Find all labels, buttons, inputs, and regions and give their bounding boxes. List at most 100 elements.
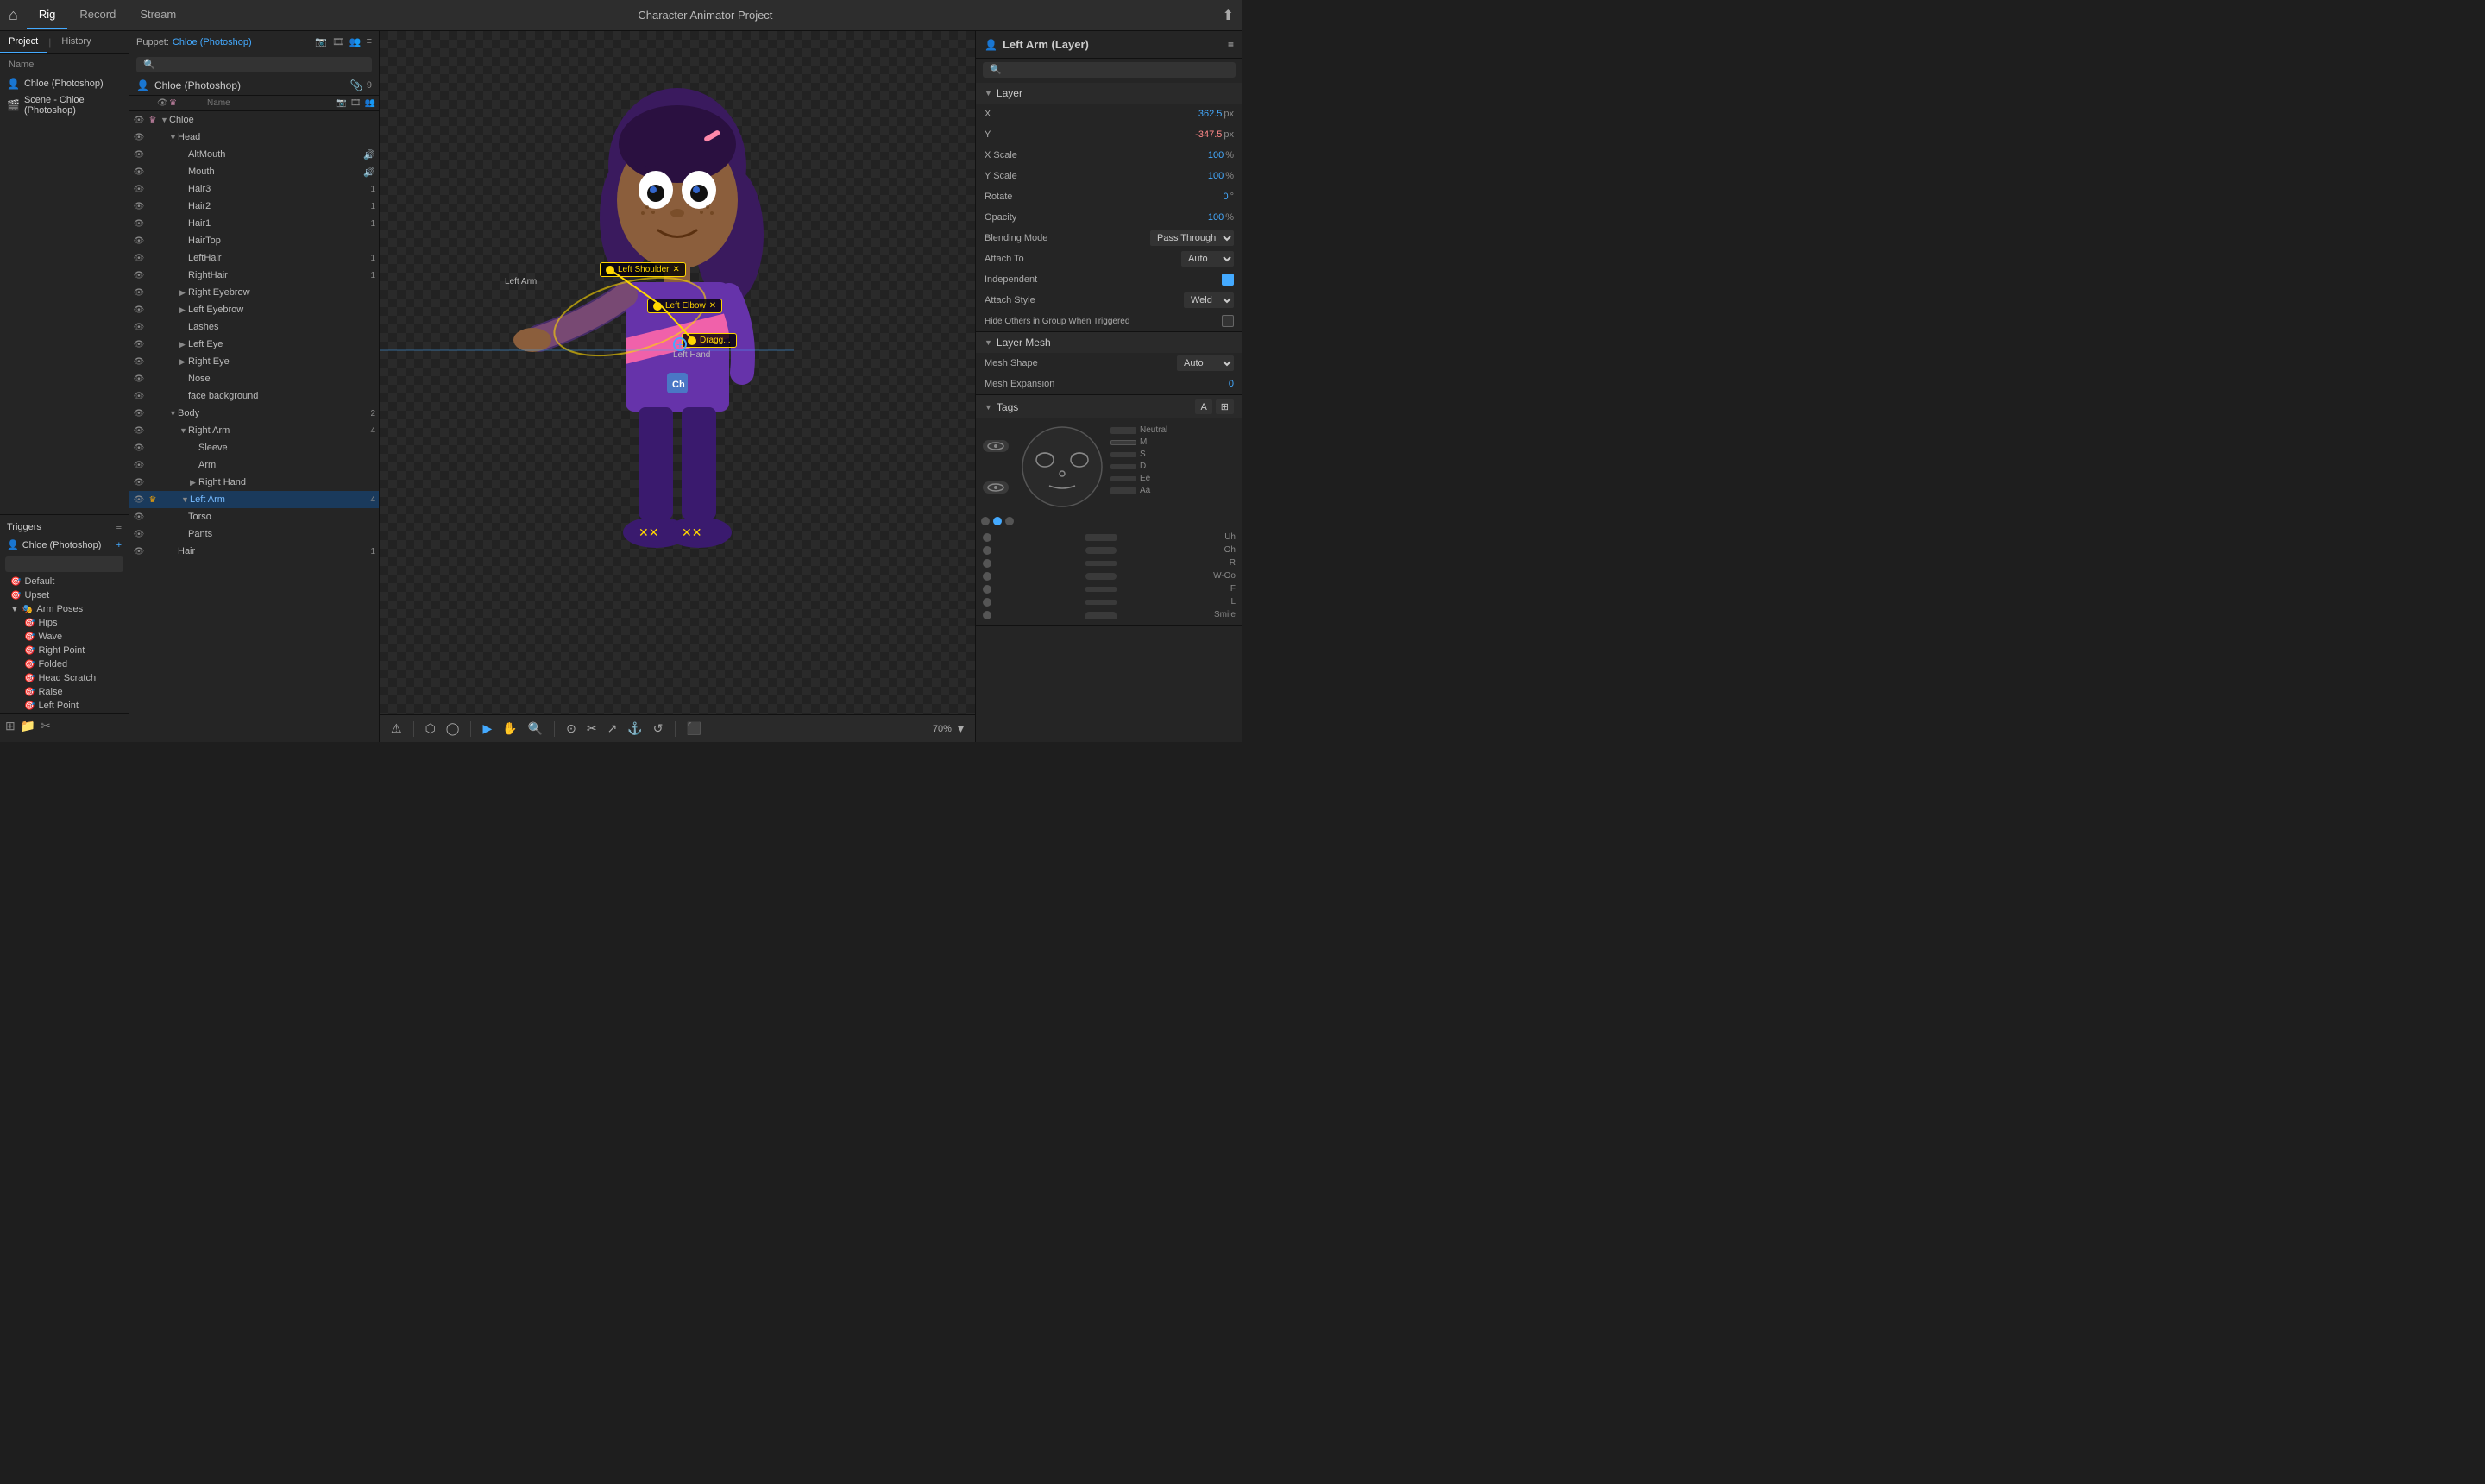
viseme-s[interactable]: S (1110, 450, 1167, 459)
viseme-m[interactable]: M (1110, 437, 1167, 447)
viseme-uh-row[interactable]: Uh (983, 531, 1236, 544)
layer-row-arm[interactable]: 👁 Arm (129, 456, 379, 474)
viseme-ee[interactable]: Ee (1110, 474, 1167, 483)
trigger-item-default[interactable]: 🎯 Default (0, 575, 129, 588)
layer-row-right-hand[interactable]: 👁 ▶ Right Hand (129, 474, 379, 491)
viseme-woo-row[interactable]: W-Oo (983, 569, 1236, 582)
eye-left-eyebrow[interactable]: 👁 (133, 305, 145, 315)
eye-hairtop[interactable]: 👁 (133, 236, 145, 246)
expand-left-arm[interactable]: ▼ (181, 495, 190, 504)
viseme-f-row[interactable]: F (983, 582, 1236, 595)
eye-nose[interactable]: 👁 (133, 374, 145, 384)
warning-icon[interactable]: ⚠ (388, 719, 405, 739)
eye-sleeve[interactable]: 👁 (133, 443, 145, 453)
viseme-neutral[interactable]: Neutral (1110, 425, 1167, 435)
grid-icon[interactable]: ⊞ (5, 719, 16, 733)
left-shoulder-label[interactable]: Left Shoulder ✕ (600, 262, 686, 277)
expand-body[interactable]: ▼ (169, 409, 178, 418)
tags-btn-a[interactable]: A (1195, 399, 1211, 414)
eye-chloe[interactable]: 👁 (133, 116, 145, 125)
viseme-eye-left[interactable] (983, 440, 1009, 452)
eye-pants[interactable]: 👁 (133, 530, 145, 539)
layer-row-hair1[interactable]: 👁 Hair1 1 (129, 215, 379, 232)
layer-row-chloe[interactable]: 👁 ♛ ▼ Chloe (129, 111, 379, 129)
layer-row-mouth[interactable]: 👁 Mouth 🔊 (129, 163, 379, 180)
expand-right-arm[interactable]: ▼ (179, 426, 188, 435)
mesh-shape-select[interactable]: Auto Custom (1177, 355, 1234, 371)
layer-row-body[interactable]: 👁 ▼ Body 2 (129, 405, 379, 422)
layer-section-header[interactable]: ▼ Layer (976, 83, 1242, 104)
circle-tool-icon[interactable]: ◯ (444, 719, 462, 739)
trigger-item-right-point[interactable]: 🎯 Right Point (14, 644, 129, 657)
layer-row-hair[interactable]: 👁 Hair 1 (129, 543, 379, 560)
viseme-aa[interactable]: Aa (1110, 486, 1167, 495)
expand-chloe[interactable]: ▼ (160, 116, 169, 124)
zoom-icon[interactable]: 🔍 (525, 719, 545, 739)
layer-row-hair3[interactable]: 👁 Hair3 1 (129, 180, 379, 198)
layer-row-left-arm[interactable]: 👁 ♛ ▼ Left Arm 4 (129, 491, 379, 508)
prop-xscale-value[interactable]: 100 (1208, 150, 1224, 160)
camera-icon[interactable]: 📷 (315, 36, 327, 47)
tags-btn-grid[interactable]: ⊞ (1216, 399, 1234, 414)
add-trigger-button[interactable]: + (116, 540, 122, 550)
hide-others-checkbox[interactable] (1222, 315, 1234, 327)
eye-left-arm[interactable]: 👁 (133, 495, 145, 505)
trigger-item-upset[interactable]: 🎯 Upset (0, 588, 129, 602)
crown-chloe[interactable]: ♛ (147, 116, 159, 125)
viseme-eye-right[interactable] (983, 481, 1009, 494)
eye-lefthair[interactable]: 👁 (133, 254, 145, 263)
viseme-oh-row[interactable]: Oh (983, 544, 1236, 556)
tab-stream[interactable]: Stream (128, 1, 188, 29)
layer-row-lashes[interactable]: 👁 Lashes (129, 318, 379, 336)
add-node-button[interactable]: + (673, 337, 687, 351)
eye-torso[interactable]: 👁 (133, 512, 145, 522)
anchor-icon[interactable]: ⚓ (625, 719, 645, 739)
left-elbow-label[interactable]: Left Elbow ✕ (647, 299, 722, 313)
tree-item-chloe[interactable]: 👤 Chloe (Photoshop) (0, 75, 129, 92)
puppet-menu-icon[interactable]: ≡ (367, 36, 372, 47)
prop-y-value[interactable]: -347.5 (1195, 129, 1222, 140)
eye-right-hand[interactable]: 👁 (133, 478, 145, 487)
dot-right-1[interactable] (1005, 517, 1014, 525)
cut-icon[interactable]: ✂ (41, 719, 51, 733)
film-icon[interactable]: 🎞 (332, 36, 344, 47)
scissors-icon[interactable]: ✂ (584, 719, 600, 739)
layer-row-hair2[interactable]: 👁 Hair2 1 (129, 198, 379, 215)
arrow-icon[interactable]: ↗ (605, 719, 620, 739)
hand-icon[interactable]: ✋ (500, 719, 519, 739)
eye-right-eyebrow[interactable]: 👁 (133, 288, 145, 298)
layer-row-righthair[interactable]: 👁 RightHair 1 (129, 267, 379, 284)
eye-hair1[interactable]: 👁 (133, 219, 145, 229)
eye-left-eye[interactable]: 👁 (133, 340, 145, 349)
attach-style-select[interactable]: Weld Pin Drape (1184, 292, 1234, 308)
layer-row-right-arm[interactable]: 👁 ▼ Right Arm 4 (129, 422, 379, 439)
prop-rotate-value[interactable]: 0 (1223, 192, 1228, 202)
layer-row-nose[interactable]: 👁 Nose (129, 370, 379, 387)
dot-left-1[interactable] (981, 517, 990, 525)
layer-row-hairtop[interactable]: 👁 HairTop (129, 232, 379, 249)
properties-menu-icon[interactable]: ≡ (1228, 39, 1234, 51)
viseme-d[interactable]: D (1110, 462, 1167, 471)
layer-row-left-eyebrow[interactable]: 👁 ▶ Left Eyebrow (129, 301, 379, 318)
person2-icon[interactable]: 👥 (349, 36, 362, 47)
independent-checkbox[interactable] (1222, 274, 1234, 286)
folder-icon[interactable]: 📁 (21, 719, 35, 733)
layer-row-sleeve[interactable]: 👁 Sleeve (129, 439, 379, 456)
tab-record[interactable]: Record (67, 1, 128, 29)
eye-righthair[interactable]: 👁 (133, 271, 145, 280)
viseme-l-row[interactable]: L (983, 595, 1236, 608)
eye-body[interactable]: 👁 (133, 409, 145, 418)
eye-right-eye[interactable]: 👁 (133, 357, 145, 367)
layer-row-lefthair[interactable]: 👁 LeftHair 1 (129, 249, 379, 267)
blending-mode-select[interactable]: Pass Through Normal Multiply Screen (1150, 230, 1234, 246)
trigger-item-left-point[interactable]: 🎯 Left Point (14, 699, 129, 713)
trigger-item-wave[interactable]: 🎯 Wave (14, 630, 129, 644)
crown-left-arm[interactable]: ♛ (147, 495, 159, 505)
prop-yscale-value[interactable]: 100 (1208, 171, 1224, 181)
close-elbow[interactable]: ✕ (709, 301, 716, 311)
trigger-search-input[interactable] (5, 556, 123, 572)
hexagon-icon[interactable]: ⬡ (423, 719, 438, 739)
puppet-search-input[interactable] (136, 57, 372, 72)
dot-active-center[interactable] (993, 517, 1002, 525)
layer-row-torso[interactable]: 👁 Torso (129, 508, 379, 525)
